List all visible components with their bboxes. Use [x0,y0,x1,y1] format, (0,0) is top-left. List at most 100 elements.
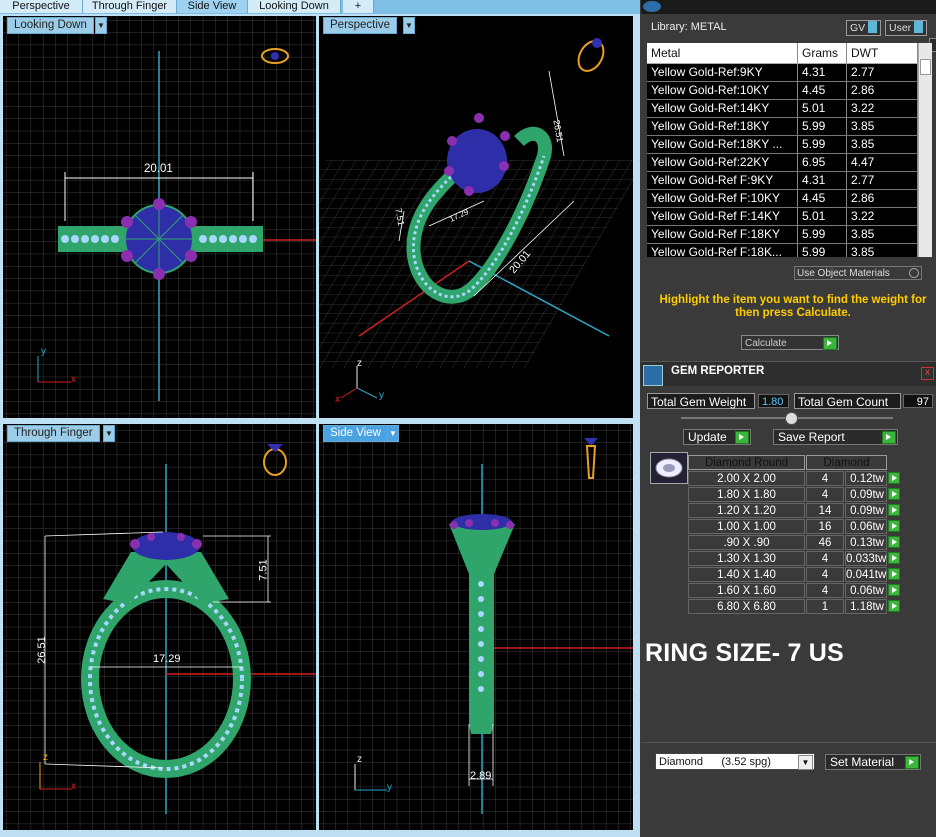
gem-weight: 1.18tw [845,599,887,614]
slider-handle[interactable] [785,412,798,425]
gem-table: Diamond Round Diamond 2.00 X 2.00 4 0.12tw… [648,449,908,614]
metal-dwt: 2.77 [847,64,918,81]
metal-dwt: 3.85 [847,118,918,135]
gem-weight: 0.033tw [845,551,887,566]
play-arrow-icon [882,431,896,444]
play-arrow-icon[interactable] [888,536,900,548]
save-report-button[interactable]: Save Report [773,429,898,445]
play-arrow-icon[interactable] [888,520,900,532]
metal-grams: 4.45 [798,82,847,99]
table-row[interactable]: Yellow Gold-Ref F:18K... 5.99 3.85 [647,244,918,257]
table-row[interactable]: Yellow Gold-Ref F:18KY 5.99 3.85 [647,226,918,244]
calculate-button[interactable]: Calculate [741,335,839,350]
material-value: Diamond (3.52 spg) [659,756,771,768]
gem-size: .90 X .90 [688,535,805,550]
viewport-label-perspective[interactable]: Perspective [323,17,398,34]
table-row[interactable]: Yellow Gold-Ref:10KY 4.45 2.86 [647,82,918,100]
gem-size: 6.80 X 6.80 [688,599,805,614]
metal-grams: 6.95 [798,154,847,171]
gem-size: 1.00 X 1.00 [688,519,805,534]
metal-name: Yellow Gold-Ref:18KY [647,118,798,135]
set-material-button[interactable]: Set Material [825,754,921,770]
play-arrow-icon[interactable] [888,472,900,484]
calculate-hint: Highlight the item you want to find the … [659,294,927,319]
metal-dwt: 3.22 [847,208,918,225]
column-grams[interactable]: Grams [798,43,847,63]
metal-name: Yellow Gold-Ref:9KY [647,64,798,81]
chevron-down-icon[interactable]: ▼ [103,425,115,442]
dimension-height: 26.51 [35,636,48,664]
gem-count: 4 [806,471,844,486]
table-row[interactable]: Yellow Gold-Ref:14KY 5.01 3.22 [647,100,918,118]
table-row[interactable]: Yellow Gold-Ref F:14KY 5.01 3.22 [647,208,918,226]
play-arrow-icon[interactable] [888,504,900,516]
total-gem-count-value: 97 [903,394,933,408]
gem-size: 1.80 X 1.80 [688,487,805,502]
tab-perspective[interactable]: Perspective [0,0,83,13]
metal-dwt: 4.47 [847,154,918,171]
material-select[interactable]: Diamond (3.52 spg) ▼ [655,753,815,770]
user-label: User [889,22,912,34]
metal-name: Yellow Gold-Ref F:10KY [647,190,798,207]
axis-z-label: z [43,752,48,763]
chevron-down-icon[interactable]: ▼ [403,17,415,34]
viewport-label-through-finger[interactable]: Through Finger [7,425,100,442]
play-arrow-icon[interactable] [888,488,900,500]
divider [641,742,936,743]
viewport-perspective[interactable]: 26.51 20.01 7.51 17.29 z x y Perspective… [319,16,633,418]
metal-name: Yellow Gold-Ref:18KY ... [647,136,798,153]
viewport-through-finger[interactable]: 26.51 17.29 7.51 z x Through Finger ▼ [3,424,316,830]
gv-toggle[interactable]: GV [846,20,882,36]
metal-grams: 4.45 [798,190,847,207]
table-row[interactable]: Yellow Gold-Ref:22KY 6.95 4.47 [647,154,918,172]
scrollbar-thumb[interactable] [920,59,931,75]
viewport-looking-down[interactable]: 20.01 y x Looking Down ▼ [3,16,316,418]
play-arrow-icon[interactable] [888,552,900,564]
axis-z-label: z [357,754,362,765]
metal-dwt: 3.22 [847,100,918,117]
gem-weight: 0.06tw [845,583,887,598]
play-arrow-icon[interactable] [888,600,900,612]
dimension-shank-width: 2.89 [470,770,492,782]
viewport-label-side-view[interactable]: Side View [323,425,388,442]
gem-weight: 0.06tw [845,519,887,534]
use-object-materials-checkbox[interactable]: Use Object Materials [794,266,922,280]
table-row[interactable]: Yellow Gold-Ref F:10KY 4.45 2.86 [647,190,918,208]
play-arrow-icon[interactable] [888,584,900,596]
add-tab-button[interactable]: + [343,0,374,13]
chevron-down-icon[interactable]: ▼ [387,425,399,442]
update-button[interactable]: Update [683,429,751,445]
table-row[interactable]: Yellow Gold-Ref:9KY 4.31 2.77 [647,64,918,82]
axis-y-label: y [41,346,46,357]
tab-through-finger[interactable]: Through Finger [83,0,177,13]
metal-name: Yellow Gold-Ref F:18K... [647,244,798,257]
play-arrow-icon[interactable] [888,568,900,580]
tab-looking-down[interactable]: Looking Down [248,0,341,13]
gem-weight: 0.12tw [845,471,887,486]
column-dwt[interactable]: DWT [847,43,918,63]
user-toggle[interactable]: User [885,20,928,36]
chevron-down-icon[interactable]: ▼ [95,17,107,34]
metal-table: Metal Grams DWT Yellow Gold-Ref:9KY 4.31 2… [647,43,918,257]
tab-side-view[interactable]: Side View [177,0,248,13]
metal-grams: 5.01 [798,100,847,117]
panel-header-strip [641,0,936,14]
table-row[interactable]: Yellow Gold-Ref:18KY ... 5.99 3.85 [647,136,918,154]
axis-x-label: x [335,394,340,405]
play-arrow-icon [823,337,837,350]
axis-x-label: x [71,781,76,792]
gem-reporter-icon [643,365,663,386]
ring-size-label: RING SIZE- 7 US [645,639,844,667]
metal-table-scrollbar[interactable] [918,43,932,257]
table-row[interactable]: Yellow Gold-Ref:18KY 5.99 3.85 [647,118,918,136]
table-row[interactable]: Yellow Gold-Ref F:9KY 4.31 2.77 [647,172,918,190]
gem-size: 1.20 X 1.20 [688,503,805,518]
viewport-label-looking-down[interactable]: Looking Down [7,17,94,34]
column-metal[interactable]: Metal [647,43,798,63]
viewport-side-view[interactable]: 2.89 z y Side View ▼ [319,424,633,830]
close-icon[interactable]: x [921,367,934,380]
metal-dwt: 2.77 [847,172,918,189]
metal-table-header: Metal Grams DWT [647,43,918,64]
chevron-down-icon: ▼ [798,755,813,770]
gem-weight: 0.13tw [845,535,887,550]
